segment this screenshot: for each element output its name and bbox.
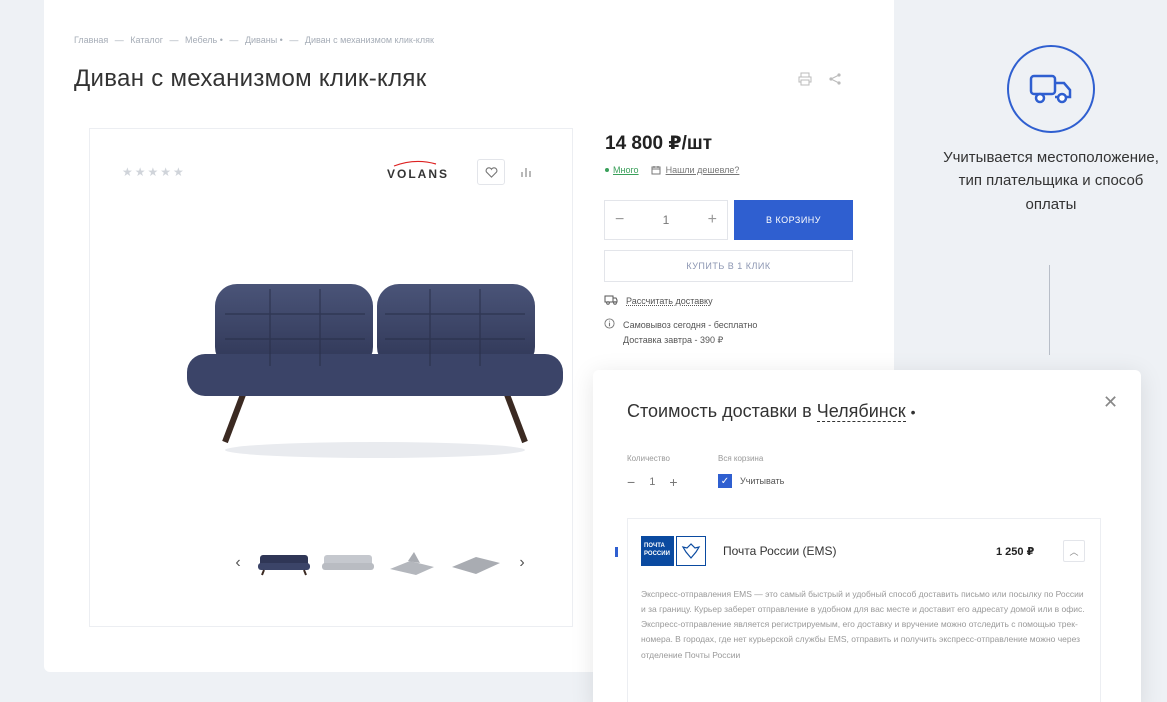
calc-delivery-link[interactable]: Рассчитать доставку bbox=[604, 295, 713, 307]
stock-row: Много Нашли дешевле? bbox=[605, 165, 739, 175]
shipping-description: Экспресс-отправления EMS — это самый быс… bbox=[641, 589, 1085, 660]
popup-plus-button[interactable]: + bbox=[669, 474, 677, 490]
consider-label: Учитывать bbox=[740, 476, 785, 486]
close-icon[interactable]: ✕ bbox=[1103, 392, 1118, 413]
favorite-button[interactable] bbox=[477, 159, 505, 185]
breadcrumb-sofas[interactable]: Диваны • bbox=[245, 35, 283, 45]
thumbnail-3[interactable] bbox=[386, 549, 438, 577]
rating-stars[interactable]: ★★★★★ bbox=[122, 165, 186, 179]
brand-swoosh-icon bbox=[393, 160, 437, 167]
delivery-line: Доставка завтра - 390 ₽ bbox=[623, 335, 724, 346]
share-icon[interactable] bbox=[828, 72, 842, 86]
logo-text-line: ПОЧТА bbox=[644, 543, 665, 550]
buy-one-click-button[interactable]: КУПИТЬ В 1 КЛИК bbox=[604, 250, 853, 282]
calc-delivery-label: Рассчитать доставку bbox=[626, 296, 713, 306]
product-gallery: ★★★★★ VOLANS ‹ › bbox=[89, 128, 573, 627]
breadcrumb-current: Диван с механизмом клик-кляк bbox=[304, 35, 434, 45]
pickup-line: Самовывоз сегодня - бесплатно bbox=[623, 320, 758, 330]
breadcrumb-separator: — bbox=[114, 35, 124, 45]
shipping-option: ПОЧТА РОССИИ Почта России (EMS) 1 250 ₽ … bbox=[615, 518, 1101, 702]
breadcrumb-home[interactable]: Главная bbox=[74, 35, 108, 45]
compare-bars-icon bbox=[521, 168, 531, 177]
checkbox-checked-icon[interactable]: ✓ bbox=[718, 474, 732, 488]
quantity-minus-button[interactable]: − bbox=[615, 211, 624, 229]
quantity-value[interactable]: 1 bbox=[663, 213, 670, 227]
thumbnail-1[interactable] bbox=[258, 549, 310, 577]
truck-badge bbox=[1007, 45, 1095, 133]
found-cheaper-label: Нашли дешевле? bbox=[665, 165, 740, 175]
pickup-info: Самовывоз сегодня - бесплатно Доставка з… bbox=[604, 318, 757, 349]
whole-cart-label: Вся корзина bbox=[718, 454, 764, 463]
print-icon[interactable] bbox=[798, 72, 812, 86]
logo-text-line: РОССИИ bbox=[644, 551, 670, 557]
logo-text-block: ПОЧТА РОССИИ bbox=[641, 536, 674, 566]
selected-marker bbox=[615, 547, 618, 557]
popup-title-prefix: Стоимость доставки в bbox=[627, 401, 812, 421]
sofa-image[interactable] bbox=[185, 274, 565, 464]
brand-logo: VOLANS bbox=[387, 167, 450, 181]
delivery-cost-popup: Стоимость доставки в Челябинск • ✕ Количе… bbox=[593, 370, 1141, 702]
page-title: Диван с механизмом клик-кляк bbox=[74, 65, 427, 92]
popup-quantity-value[interactable]: 1 bbox=[649, 476, 655, 488]
shipping-price: 1 250 ₽ bbox=[996, 546, 1035, 558]
eagle-emblem-icon bbox=[676, 536, 706, 566]
popup-quantity-stepper: − 1 + bbox=[627, 474, 678, 490]
popup-title: Стоимость доставки в Челябинск • bbox=[627, 401, 916, 422]
found-cheaper-link[interactable]: Нашли дешевле? bbox=[651, 165, 740, 175]
breadcrumb: Главная — Каталог — Мебель • — Диваны • … bbox=[74, 35, 438, 45]
compare-button[interactable] bbox=[512, 159, 540, 185]
stock-status[interactable]: Много bbox=[605, 165, 639, 175]
truck-icon bbox=[1029, 74, 1072, 104]
city-dot: • bbox=[910, 404, 916, 420]
add-to-cart-button[interactable]: В КОРЗИНУ bbox=[734, 200, 853, 240]
thumbnail-4[interactable] bbox=[450, 549, 502, 577]
shipping-name: Почта России (EMS) bbox=[723, 544, 837, 558]
chevron-up-icon[interactable]: ︿ bbox=[1063, 540, 1085, 562]
city-selector[interactable]: Челябинск bbox=[816, 401, 906, 422]
truck-small-icon bbox=[604, 295, 618, 307]
breadcrumb-separator: — bbox=[289, 35, 299, 45]
breadcrumb-furniture[interactable]: Мебель • bbox=[185, 35, 223, 45]
thumbnail-2[interactable] bbox=[322, 549, 374, 577]
connector-line bbox=[1049, 265, 1050, 355]
thumbnail-strip: ‹ › bbox=[230, 549, 530, 577]
russian-post-logo: ПОЧТА РОССИИ bbox=[641, 536, 713, 566]
title-actions bbox=[798, 72, 842, 86]
quantity-label: Количество bbox=[627, 454, 670, 463]
product-price: 14 800 ₽/шт bbox=[605, 133, 713, 154]
breadcrumb-catalog[interactable]: Каталог bbox=[130, 35, 163, 45]
heart-icon bbox=[485, 166, 497, 178]
quantity-plus-button[interactable]: + bbox=[708, 211, 717, 229]
popup-minus-button[interactable]: − bbox=[627, 474, 635, 490]
quantity-stepper: − 1 + bbox=[604, 200, 728, 240]
calendar-icon bbox=[651, 166, 661, 175]
breadcrumb-separator: — bbox=[229, 35, 239, 45]
next-arrow-icon[interactable]: › bbox=[514, 554, 530, 572]
consider-cart-checkbox[interactable]: ✓ Учитывать bbox=[718, 474, 784, 488]
prev-arrow-icon[interactable]: ‹ bbox=[230, 554, 246, 572]
side-description: Учитывается местоположение, тип плательщ… bbox=[943, 149, 1159, 213]
breadcrumb-separator: — bbox=[169, 35, 179, 45]
info-icon bbox=[604, 318, 615, 349]
